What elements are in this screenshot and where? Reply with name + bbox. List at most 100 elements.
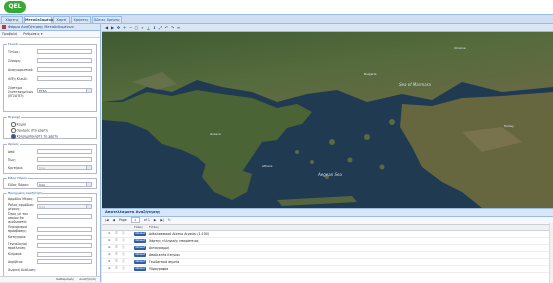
last-page-icon[interactable]: ▶| (160, 218, 164, 222)
result-title: Διθαλασσιακό Δίκτυο Αιγαίου (1:100) (149, 232, 210, 236)
type-badge: dataset (134, 267, 146, 271)
time-criteria-select[interactable]: Όλα (37, 165, 92, 170)
tab-map[interactable]: Χάρτης (1, 16, 23, 23)
details-icon[interactable]: ☰ (115, 260, 118, 263)
result-title: Γεωδαιτικά σημεία (149, 260, 180, 264)
zoom-to-icon[interactable]: ⊕ (108, 267, 111, 270)
zoom-to-icon[interactable]: ⊕ (108, 239, 111, 242)
details-icon[interactable]: ☰ (115, 267, 118, 270)
abstract-input[interactable] (37, 58, 92, 63)
measure-icon[interactable]: ⟂ (146, 25, 151, 30)
advanced-search-fieldset: Προηγμένη Αναζήτηση Αρμόδιο Μέρος: Ρόλος… (3, 191, 97, 277)
identifier-input[interactable] (37, 67, 92, 72)
details-icon[interactable]: ☰ (115, 232, 118, 235)
pan-right-icon[interactable]: ▶ (110, 25, 115, 30)
zoom-in-icon[interactable]: + (122, 25, 127, 30)
combined-term-input[interactable] (37, 214, 92, 219)
next-page-icon[interactable]: ▶ (154, 218, 156, 222)
details-icon[interactable]: ☰ (115, 246, 118, 249)
query-icon[interactable]: ⌕ (140, 25, 145, 30)
search-results-panel: Αποτελέσματα Αναζήτησης |◀ ◀ Page 1 of 1… (102, 208, 553, 283)
zoom-to-icon[interactable]: ⊕ (108, 246, 111, 249)
search-button[interactable]: Αναζήτηση (79, 277, 96, 281)
results-title: Αποτελέσματα Αναζήτησης (102, 209, 553, 217)
app-header: QEL (0, 0, 553, 15)
tab-metadata[interactable]: Μεταδεδομένα (24, 16, 54, 23)
map-label-ukraine: Ukraine (454, 46, 466, 50)
result-row[interactable]: ⊕ ☰ ⓘ dataset Υδρογραφία (102, 266, 553, 273)
area-use-map-radio[interactable]: Χρησιμοποιήστε το χάρτη (11, 134, 58, 139)
party-role-select[interactable]: Όλα (37, 204, 92, 209)
zoom-to-icon[interactable]: ⊕ (108, 232, 111, 235)
type-badge: dataset (134, 246, 146, 250)
zoom-box-icon[interactable]: ▢ (134, 25, 139, 30)
info-icon[interactable]: ⓘ (122, 267, 125, 270)
previous-extent-icon[interactable]: ↶ (164, 25, 169, 30)
map-toolbar: ◀ ▶ ✥ + − ▢ ⌕ ⟂ ℹ ⤢ ↶ ↷ ≡ (102, 24, 553, 32)
access-constraints-input[interactable] (37, 227, 92, 232)
info-icon[interactable]: ⓘ (122, 246, 125, 249)
area-none-radio[interactable]: Καμία (11, 122, 26, 127)
area-define-radio[interactable]: Ορισμός στο χάρτη (11, 128, 48, 133)
details-icon[interactable]: ☰ (115, 239, 118, 242)
full-extent-icon[interactable]: ⤢ (158, 25, 163, 30)
panel-title: Φόρμα Αναζήτησης Μεταδεδομένων (0, 24, 100, 31)
scale-input[interactable] (37, 252, 92, 257)
clear-button[interactable]: Καθαρισμός (56, 277, 74, 281)
accuracy-input[interactable] (37, 259, 92, 264)
resource-type-fieldset: Είδος Πόρου Είδος Πόρου: Όλα (3, 176, 97, 189)
next-extent-icon[interactable]: ↷ (170, 25, 175, 30)
zoom-out-icon[interactable]: − (128, 25, 133, 30)
title-input[interactable] (37, 49, 92, 54)
panel-toolbar: Προβολή Ρυθμίσεις ▾ (0, 31, 100, 38)
tab-users[interactable]: Χρήστες (71, 16, 91, 23)
tab-licenses[interactable]: Άδειες Χρήσης (92, 16, 122, 23)
result-row[interactable]: ⊕ ☰ ⓘ dataset Ακτογραμμή (102, 245, 553, 252)
map-label-aegean-sea: Aegean Sea (318, 172, 342, 177)
result-title: Ακτογραμμή (149, 246, 170, 250)
chevron-down-icon (86, 183, 91, 186)
details-icon[interactable]: ☰ (115, 253, 118, 256)
result-row[interactable]: ⊕ ☰ ⓘ dataset Αποδεκτέα Κτηνίου (102, 252, 553, 259)
crs-select[interactable]: ΕΓΣΑ (37, 88, 92, 93)
result-title: Χάρτης ελληνικής επικράτειας (149, 239, 199, 243)
refresh-icon[interactable]: ↻ (168, 218, 171, 222)
date-from-input[interactable] (37, 149, 92, 154)
pan-icon[interactable]: ✥ (116, 25, 121, 30)
view-button[interactable]: Προβολή (2, 32, 17, 36)
pan-left-icon[interactable]: ◀ (104, 25, 109, 30)
date-to-input[interactable] (37, 157, 92, 162)
result-row[interactable]: ⊕ ☰ ⓘ dataset Γεωδαιτικά σημεία (102, 259, 553, 266)
prev-page-icon[interactable]: ◀ (113, 218, 115, 222)
keyword-input[interactable] (37, 76, 92, 81)
result-row[interactable]: ⊕ ☰ ⓘ dataset Διθαλασσιακό Δίκτυο Αιγαίο… (102, 231, 553, 238)
resource-type-select[interactable]: Όλα (37, 182, 92, 187)
info-icon[interactable]: ⓘ (122, 232, 125, 235)
lineage-input[interactable] (37, 243, 92, 248)
category-input[interactable] (37, 235, 92, 240)
type-badge: dataset (134, 253, 146, 257)
map-imagery (102, 32, 553, 208)
first-page-icon[interactable]: |◀ (105, 218, 109, 222)
zoom-to-icon[interactable]: ⊕ (108, 253, 111, 256)
zoom-to-icon[interactable]: ⊕ (108, 260, 111, 263)
page-number-input[interactable]: 1 (130, 217, 140, 223)
type-badge: dataset (134, 239, 146, 243)
results-scrollbar[interactable] (549, 223, 553, 283)
tab-paper[interactable]: Χαρτί (53, 16, 70, 23)
result-row[interactable]: ⊕ ☰ ⓘ dataset Χάρτης ελληνικής επικράτει… (102, 238, 553, 245)
results-list: ⊕ ☰ ⓘ dataset Διθαλασσιακό Δίκτυο Αιγαίο… (102, 231, 553, 273)
layers-icon[interactable]: ≡ (176, 25, 181, 30)
info-icon[interactable]: ⓘ (122, 253, 125, 256)
column-type[interactable]: Τύπος (134, 225, 143, 230)
settings-menu[interactable]: Ρυθμίσεις ▾ (23, 32, 42, 36)
info-icon[interactable]: ⓘ (122, 239, 125, 242)
column-title[interactable]: Τίτλος (149, 225, 159, 230)
info-icon[interactable]: ℹ (152, 25, 157, 30)
map-label-athens: Athens (262, 164, 273, 168)
chevron-down-icon (86, 205, 91, 208)
info-icon[interactable]: ⓘ (122, 260, 125, 263)
map-label-sea-of-marmara: Sea of Marmara (399, 82, 431, 87)
responsible-party-input[interactable] (37, 197, 92, 202)
satellite-map[interactable]: Ukraine Bulgaria Sea of Marmara Turkey G… (102, 32, 553, 208)
